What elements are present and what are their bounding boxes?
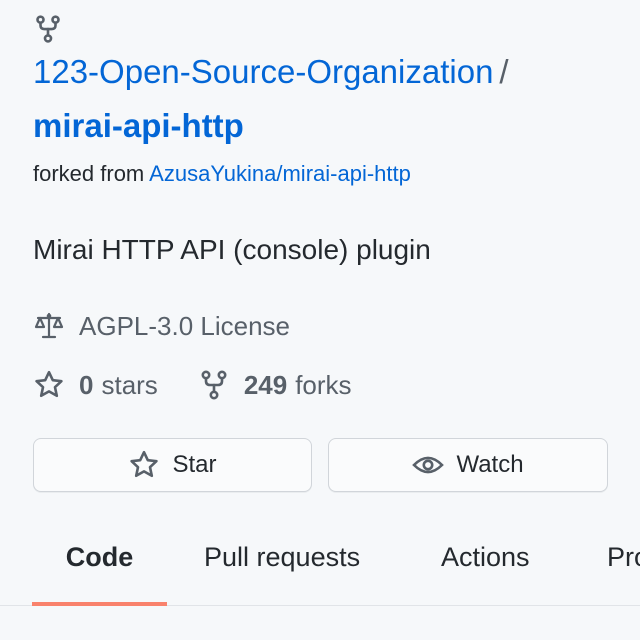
repo-nav-tabs: Code Pull requests Actions Projects	[0, 530, 640, 606]
watch-button[interactable]: Watch	[328, 438, 608, 492]
stars-count: 0	[79, 369, 94, 400]
star-icon	[35, 370, 63, 398]
repo-title-line: 123-Open-Source-Organization /	[33, 50, 509, 94]
repo-path-separator: /	[499, 53, 509, 90]
fork-icon	[36, 15, 60, 43]
stars-stat[interactable]: 0 stars	[33, 369, 158, 401]
repo-owner-link[interactable]: 123-Open-Source-Organization	[33, 53, 493, 90]
star-button-label: Star	[172, 451, 217, 478]
forks-stat[interactable]: 249 forks	[198, 369, 352, 401]
forked-from-line: forked from AzusaYukina/mirai-api-http	[33, 160, 411, 188]
forked-from-label: forked from	[33, 161, 145, 186]
law-icon	[34, 312, 64, 339]
stats-row: 0 stars 249 forks	[33, 366, 352, 404]
tab-pull-requests[interactable]: Pull requests	[204, 530, 360, 606]
star-button[interactable]: Star	[33, 438, 312, 492]
forks-label: forks	[295, 369, 352, 400]
forked-source-link[interactable]: AzusaYukina/mirai-api-http	[149, 161, 411, 186]
tab-code[interactable]: Code	[32, 530, 167, 606]
eye-icon	[412, 456, 445, 474]
watch-button-label: Watch	[456, 451, 524, 478]
repo-name-link[interactable]: mirai-api-http	[33, 104, 244, 148]
tab-projects[interactable]: Projects	[607, 530, 640, 606]
star-icon	[130, 450, 159, 478]
license-label: AGPL-3.0 License	[79, 310, 291, 341]
tab-actions[interactable]: Actions	[441, 530, 530, 606]
repo-description: Mirai HTTP API (console) plugin	[33, 234, 431, 265]
fork-icon	[201, 370, 227, 400]
forks-count: 249	[243, 369, 288, 400]
stars-label: stars	[101, 369, 158, 400]
license-row[interactable]: AGPL-3.0 License	[33, 308, 290, 344]
repo-header-page: 123-Open-Source-Organization / mirai-api-…	[0, 0, 640, 640]
